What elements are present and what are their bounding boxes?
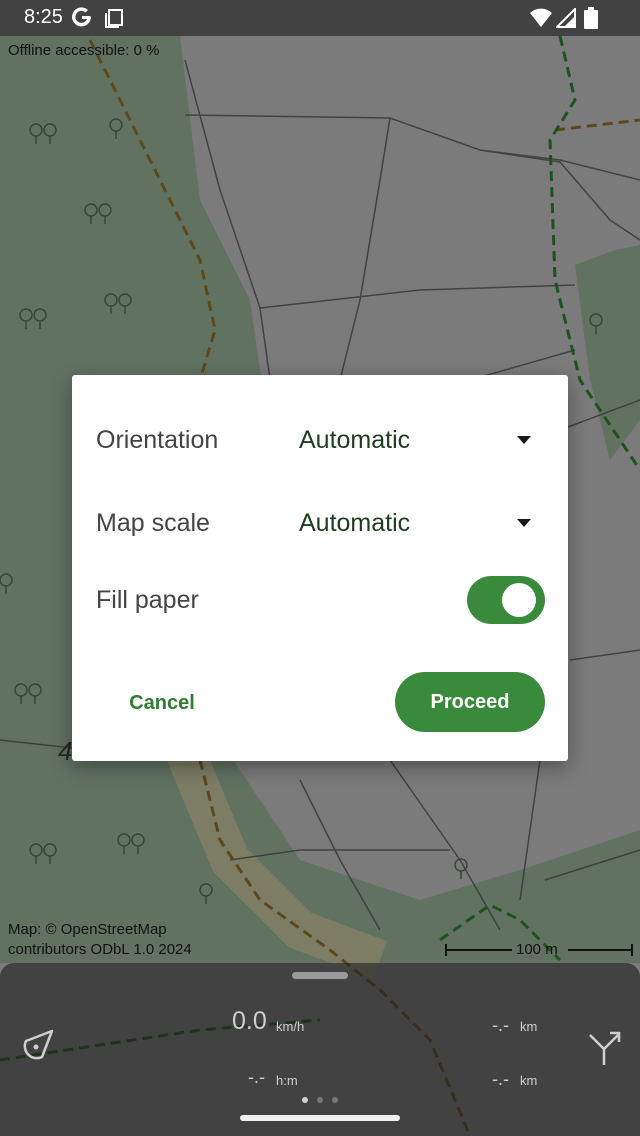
page-dot <box>332 1097 338 1103</box>
dropdown-arrow-icon <box>517 519 531 527</box>
map-scale-value: Automatic <box>299 509 411 537</box>
speed-value: 0.0 <box>232 1007 267 1035</box>
page-indicator <box>300 1097 340 1105</box>
map-scale-label: Map scale <box>96 509 210 537</box>
map-scale-bar: 100 m <box>440 938 636 962</box>
toggle-knob <box>502 583 536 617</box>
fill-paper-toggle[interactable] <box>467 576 545 624</box>
offline-accessible-label: Offline accessible: 0 % <box>8 42 160 59</box>
attribution-line-2: contributors ODbL 1.0 2024 <box>8 941 192 958</box>
wifi-icon <box>530 8 552 27</box>
proceed-button[interactable]: Proceed <box>395 672 545 732</box>
page-dot-active <box>302 1097 308 1103</box>
remaining-distance-unit: km <box>520 1073 538 1088</box>
sim-card-icon <box>105 9 123 28</box>
distance-unit: km <box>520 1019 538 1034</box>
duration-unit: h:m <box>276 1073 298 1088</box>
status-time: 8:25 <box>24 6 63 28</box>
panel-drag-handle[interactable] <box>292 972 348 979</box>
status-bar: 8:25 <box>0 0 640 36</box>
orientation-label: Orientation <box>96 426 219 454</box>
cancel-button[interactable]: Cancel <box>108 675 216 731</box>
map-attribution[interactable]: Map: © OpenStreetMap contributors ODbL 1… <box>8 920 192 960</box>
dropdown-arrow-icon <box>517 436 531 444</box>
track-info-panel[interactable]: 0.0 km/h -.- h:m -.- km -.- km <box>0 963 640 1136</box>
speed-unit: km/h <box>276 1019 305 1034</box>
remaining-distance-value: -.- <box>492 1069 509 1089</box>
distance-value: -.- <box>492 1015 509 1035</box>
attribution-line-1: Map: © OpenStreetMap <box>8 921 167 938</box>
system-navigation-handle[interactable] <box>240 1115 400 1121</box>
print-options-dialog: Orientation Automatic Map scale Automati… <box>72 375 568 761</box>
route-split-icon[interactable] <box>584 1027 624 1067</box>
google-icon <box>72 7 91 27</box>
signal-icon <box>556 8 576 28</box>
duration-value: -.- <box>248 1067 265 1087</box>
battery-icon <box>584 7 598 29</box>
fill-paper-label: Fill paper <box>96 586 199 614</box>
scale-label: 100 m <box>516 941 558 958</box>
compass-icon[interactable] <box>20 1027 56 1063</box>
page-dot <box>317 1097 323 1103</box>
orientation-value: Automatic <box>299 426 411 454</box>
